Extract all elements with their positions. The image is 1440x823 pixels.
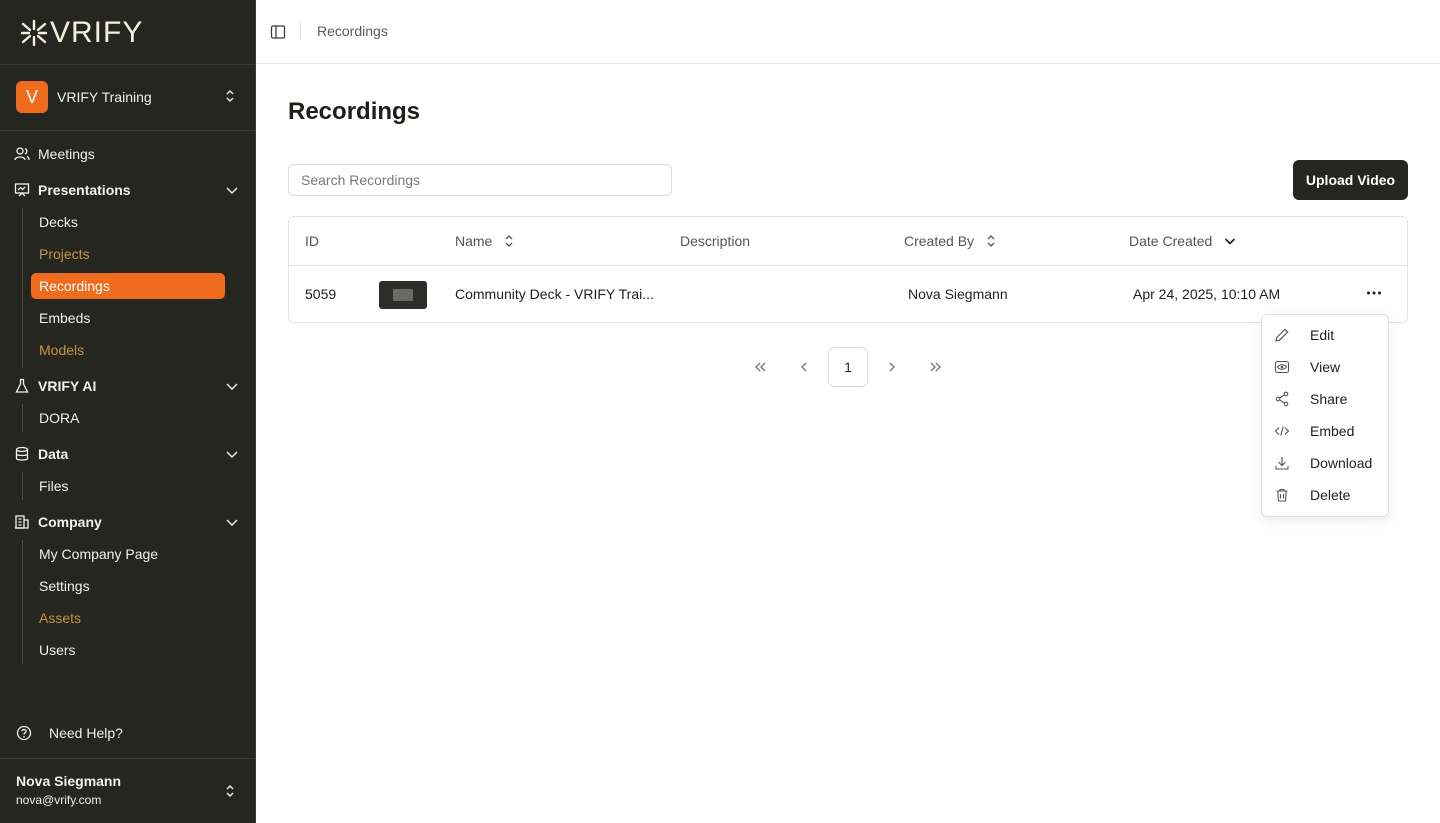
download-icon	[1275, 457, 1289, 470]
menu-item-edit[interactable]: Edit	[1274, 322, 1384, 348]
nav-embeds[interactable]: Embeds	[31, 305, 225, 331]
chevron-down-icon	[226, 519, 238, 526]
chevron-down-icon[interactable]	[1224, 236, 1236, 246]
building-icon	[15, 515, 29, 529]
divider	[0, 130, 256, 131]
chevron-left-icon	[801, 362, 807, 372]
more-horizontal-icon	[1367, 291, 1381, 295]
menu-item-share[interactable]: Share	[1274, 386, 1384, 412]
nav-section-label: Company	[38, 514, 102, 530]
nav-dora[interactable]: DORA	[31, 405, 225, 431]
user-email: nova@vrify.com	[16, 793, 102, 807]
column-header-description: Description	[680, 233, 751, 249]
cell-created-by: Nova Siegmann	[908, 286, 1008, 302]
search-input[interactable]	[288, 164, 672, 196]
sort-icon[interactable]	[504, 234, 514, 248]
sort-icon[interactable]	[986, 234, 996, 248]
chevrons-right-icon	[930, 362, 941, 372]
divider	[300, 23, 301, 40]
nav-tree-line	[22, 208, 23, 368]
chevron-down-icon	[226, 187, 238, 194]
org-switcher[interactable]: V VRIFY Training	[16, 80, 244, 114]
eye-icon	[1274, 360, 1290, 374]
org-name: VRIFY Training	[57, 89, 152, 105]
nav-tree-line	[22, 404, 23, 432]
menu-item-delete[interactable]: Delete	[1274, 482, 1384, 508]
nav-section-vrify-ai[interactable]: VRIFY AI	[14, 371, 242, 401]
row-actions-button[interactable]	[1362, 285, 1386, 301]
chevron-right-icon	[889, 362, 895, 372]
chevron-down-icon	[226, 451, 238, 458]
divider	[0, 758, 256, 759]
video-thumbnail[interactable]	[379, 281, 427, 309]
column-header-created-by[interactable]: Created By	[904, 233, 996, 249]
nav-projects[interactable]: Projects	[31, 241, 225, 267]
page-title: Recordings	[288, 98, 421, 125]
nav-meetings-label: Meetings	[38, 146, 95, 162]
user-menu[interactable]: Nova Siegmann nova@vrify.com	[16, 773, 244, 807]
nav-files[interactable]: Files	[31, 473, 225, 499]
chevrons-left-icon	[755, 362, 766, 372]
nav-section-presentations[interactable]: Presentations	[14, 175, 242, 205]
trash-icon	[1276, 488, 1288, 502]
nav-decks[interactable]: Decks	[31, 209, 225, 235]
vrify-logo[interactable]: VRIFY	[20, 16, 143, 50]
code-icon	[1274, 426, 1290, 436]
help-circle-icon	[16, 725, 32, 741]
logo-asterisk-icon	[20, 19, 48, 47]
cell-id: 5059	[305, 286, 337, 302]
nav-section-data[interactable]: Data	[14, 439, 242, 469]
upload-video-button[interactable]: Upload Video	[1293, 160, 1408, 200]
presentation-icon	[14, 183, 30, 197]
user-name: Nova Siegmann	[16, 773, 122, 789]
nav-section-company[interactable]: Company	[14, 507, 242, 537]
chevron-down-icon	[226, 383, 238, 390]
nav-users[interactable]: Users	[31, 637, 225, 663]
recordings-table: ID Name Description Created By Date Crea…	[288, 216, 1408, 323]
nav-settings[interactable]: Settings	[31, 573, 225, 599]
chevron-updown-icon	[226, 785, 234, 797]
pencil-icon	[1275, 328, 1289, 342]
nav-section-label: Data	[38, 446, 69, 462]
nav-models[interactable]: Models	[31, 337, 225, 363]
nav-meetings[interactable]: Meetings	[14, 139, 95, 169]
top-bar: Recordings	[256, 0, 1440, 64]
nav-recordings[interactable]: Recordings	[31, 273, 225, 299]
breadcrumb: Recordings	[317, 23, 388, 39]
database-icon	[15, 446, 29, 461]
row-actions-menu: Edit View Share Embed Download Delete	[1261, 314, 1389, 517]
divider	[0, 64, 256, 65]
menu-item-embed[interactable]: Embed	[1274, 418, 1384, 444]
chevron-updown-icon	[226, 90, 234, 102]
need-help-label: Need Help?	[49, 725, 123, 741]
first-page-button[interactable]	[740, 347, 780, 387]
flask-icon	[15, 378, 29, 393]
page-number-button[interactable]: 1	[828, 347, 868, 387]
menu-item-view[interactable]: View	[1274, 354, 1384, 380]
nav-tree-line	[22, 472, 23, 500]
sidebar-toggle-icon[interactable]	[270, 24, 286, 40]
menu-item-download[interactable]: Download	[1274, 450, 1384, 476]
nav-assets[interactable]: Assets	[31, 605, 225, 631]
pagination: 1	[740, 346, 960, 388]
nav-section-label: Presentations	[38, 182, 131, 198]
column-header-name[interactable]: Name	[455, 233, 514, 249]
sidebar: VRIFY V VRIFY Training Meetings Presenta…	[0, 0, 256, 823]
nav-my-company-page[interactable]: My Company Page	[31, 541, 225, 567]
cell-name[interactable]: Community Deck - VRIFY Trai...	[455, 286, 654, 302]
prev-page-button[interactable]	[784, 347, 824, 387]
users-icon	[14, 147, 30, 161]
column-header-id: ID	[305, 233, 319, 249]
need-help-link[interactable]: Need Help?	[16, 722, 123, 744]
cell-date-created: Apr 24, 2025, 10:10 AM	[1133, 286, 1281, 302]
column-header-date-created[interactable]: Date Created	[1129, 233, 1236, 249]
last-page-button[interactable]	[916, 347, 956, 387]
logo-wordmark: VRIFY	[50, 16, 144, 49]
org-avatar: V	[16, 81, 48, 113]
nav-tree-line	[22, 540, 23, 664]
nav-section-label: VRIFY AI	[38, 378, 97, 394]
table-header: ID Name Description Created By Date Crea…	[289, 217, 1407, 266]
share-icon	[1275, 391, 1289, 407]
next-page-button[interactable]	[872, 347, 912, 387]
